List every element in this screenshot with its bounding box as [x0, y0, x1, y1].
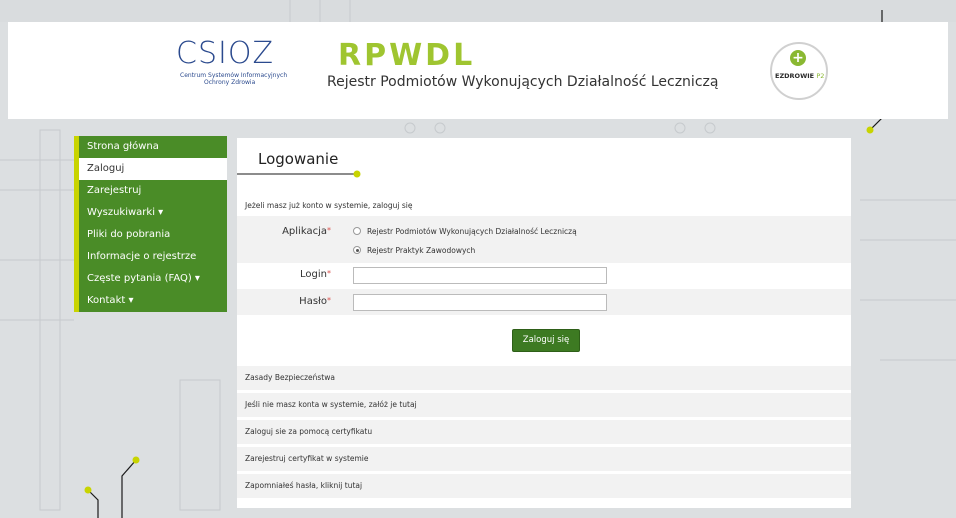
login-panel: Logowanie Jeżeli masz już konto w system…: [237, 138, 851, 508]
radio-option-label: Rejestr Podmiotów Wykonujących Działalno…: [367, 227, 577, 236]
radio-option-rpwdl[interactable]: Rejestr Podmiotów Wykonujących Działalno…: [353, 227, 577, 236]
radio-button[interactable]: [353, 246, 361, 254]
sidebar-item-login[interactable]: Zaloguj: [79, 158, 227, 180]
title-underline: [237, 170, 361, 178]
link-register-certificate[interactable]: Zarejestruj certyfikat w systemie: [237, 447, 851, 471]
sidebar-item-search[interactable]: Wyszukiwarki ▾: [79, 202, 227, 224]
login-button[interactable]: Zaloguj się: [512, 329, 580, 352]
ezdrowie-logo-suffix: P2: [816, 72, 825, 80]
application-row: [237, 216, 851, 263]
page-title: Logowanie: [258, 150, 339, 168]
radio-option-rpz[interactable]: Rejestr Praktyk Zawodowych: [353, 246, 475, 255]
required-mark: *: [327, 296, 331, 305]
sidebar-item-home[interactable]: Strona główna: [79, 136, 227, 158]
password-label: Hasło*: [299, 296, 331, 307]
sidebar-item-register-info[interactable]: Informacje o rejestrze: [79, 246, 227, 268]
login-intro-text: Jeżeli masz już konto w systemie, zalogu…: [245, 201, 413, 210]
ezdrowie-logo[interactable]: + EZDROWIE P2: [770, 42, 828, 100]
required-mark: *: [327, 269, 331, 278]
ezdrowie-logo-text: EZDROWIE P2: [775, 72, 824, 80]
csioz-logo[interactable]: CSIOZ Centrum Systemów Informacyjnych Oc…: [176, 36, 288, 96]
link-forgot-password[interactable]: Zapomniałeś hasła, kliknij tutaj: [237, 474, 851, 498]
login-input[interactable]: [353, 267, 607, 284]
sidebar-item-faq[interactable]: Częste pytania (FAQ) ▾: [79, 268, 227, 290]
password-label-text: Hasło: [299, 296, 327, 307]
application-label: Aplikacja*: [282, 226, 331, 237]
site-header: CSIOZ Centrum Systemów Informacyjnych Oc…: [8, 22, 948, 119]
link-create-account[interactable]: Jeśli nie masz konta w systemie, załóż j…: [237, 393, 851, 417]
sidebar-nav: Strona główna Zaloguj Zarejestruj Wyszuk…: [74, 136, 227, 312]
site-title[interactable]: RPWDL: [338, 38, 475, 73]
application-label-text: Aplikacja: [282, 226, 327, 237]
link-security-rules[interactable]: Zasady Bezpieczeństwa: [237, 366, 851, 390]
required-mark: *: [327, 226, 331, 235]
password-input[interactable]: [353, 294, 607, 311]
radio-button[interactable]: [353, 227, 361, 235]
sidebar-item-contact[interactable]: Kontakt ▾: [79, 290, 227, 312]
link-certificate-login[interactable]: Zaloguj sie za pomocą certyfikatu: [237, 420, 851, 444]
sidebar-item-register[interactable]: Zarejestruj: [79, 180, 227, 202]
ezdrowie-logo-main: EZDROWIE: [775, 72, 815, 80]
login-label: Login*: [300, 269, 331, 280]
csioz-logo-text: CSIOZ: [176, 36, 275, 71]
plus-icon: +: [790, 50, 806, 66]
csioz-logo-line1: Centrum Systemów Informacyjnych: [180, 72, 288, 79]
csioz-logo-line2: Ochrony Zdrowia: [204, 79, 256, 86]
radio-option-label: Rejestr Praktyk Zawodowych: [367, 246, 476, 255]
site-subtitle: Rejestr Podmiotów Wykonujących Działalno…: [327, 74, 719, 90]
sidebar-item-downloads[interactable]: Pliki do pobrania: [79, 224, 227, 246]
login-label-text: Login: [300, 269, 327, 280]
